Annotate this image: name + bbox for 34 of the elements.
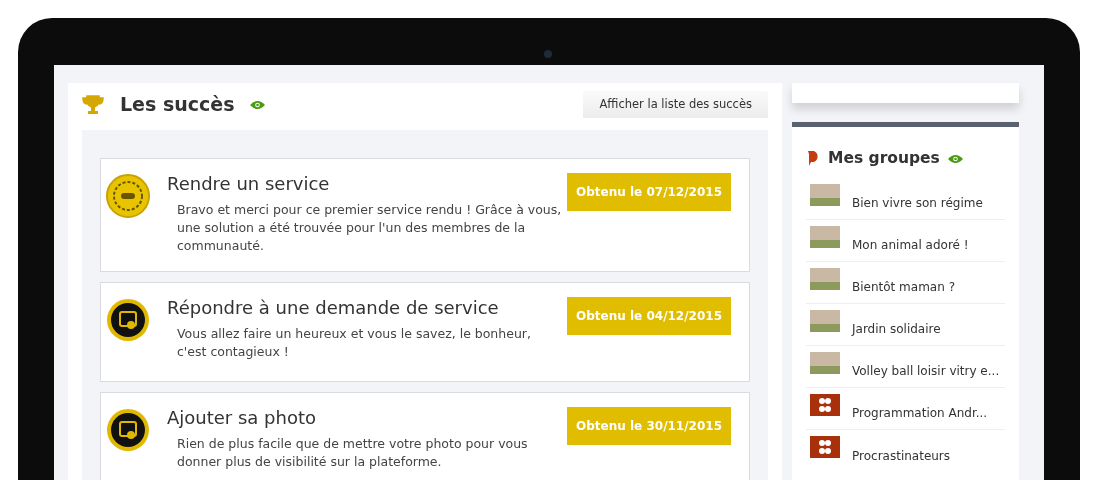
group-logo-icon [810, 394, 840, 417]
group-link[interactable]: Jardin solidaire [852, 320, 941, 339]
speech-bubble-icon [806, 150, 820, 168]
group-logo-icon [810, 436, 840, 459]
achievement-title: Rendre un service [167, 173, 331, 195]
medal-icon [105, 297, 151, 344]
date-badge: Obtenu le 07/12/2015 [567, 173, 731, 212]
group-link[interactable]: Programmation Andr... [852, 404, 988, 423]
group-link[interactable]: Bientôt maman ? [852, 278, 955, 297]
group-link[interactable]: Procrastinateurs [852, 447, 951, 466]
achievement-title: Ajouter sa photo [167, 407, 318, 429]
date-badge: Obtenu le 30/11/2015 [567, 407, 731, 446]
trophy-icon [82, 94, 104, 115]
achievement-title: Répondre à une demande de service [167, 297, 500, 319]
photo-placeholder [810, 352, 840, 375]
group-link[interactable]: Volley ball loisir vitry e... [852, 362, 1000, 381]
medal-icon [105, 173, 151, 220]
section-title: Les succès [120, 93, 235, 116]
achievement-description: Vous allez faire un heureux et vous le savez, le bonheur, c'est contagieux ! [177, 324, 532, 361]
photo-placeholder [810, 226, 840, 249]
section-title: Mes groupes [828, 148, 940, 169]
show-list-button[interactable]: Afficher la liste des succès [583, 91, 768, 119]
photo-placeholder [810, 268, 840, 291]
achievement-description: Bravo et merci pour ce premier service rendu ! Grâce à vous, une solution a été trouvée pour l'un des membres de la communauté. [177, 200, 562, 256]
group-link[interactable]: Mon animal adoré ! [852, 236, 969, 255]
eye-icon [947, 153, 963, 164]
achievement-description: Rien de plus facile que de mettre votre photo pour vous donner plus de visibilité sur la plateforme. [177, 434, 529, 471]
photo-placeholder [810, 310, 840, 333]
date-badge: Obtenu le 04/12/2015 [567, 297, 731, 336]
eye-icon [250, 99, 266, 110]
medal-icon [105, 407, 151, 454]
group-link[interactable]: Bien vivre son régime [852, 194, 983, 213]
photo-placeholder [810, 184, 840, 207]
camera-dot [544, 50, 552, 58]
